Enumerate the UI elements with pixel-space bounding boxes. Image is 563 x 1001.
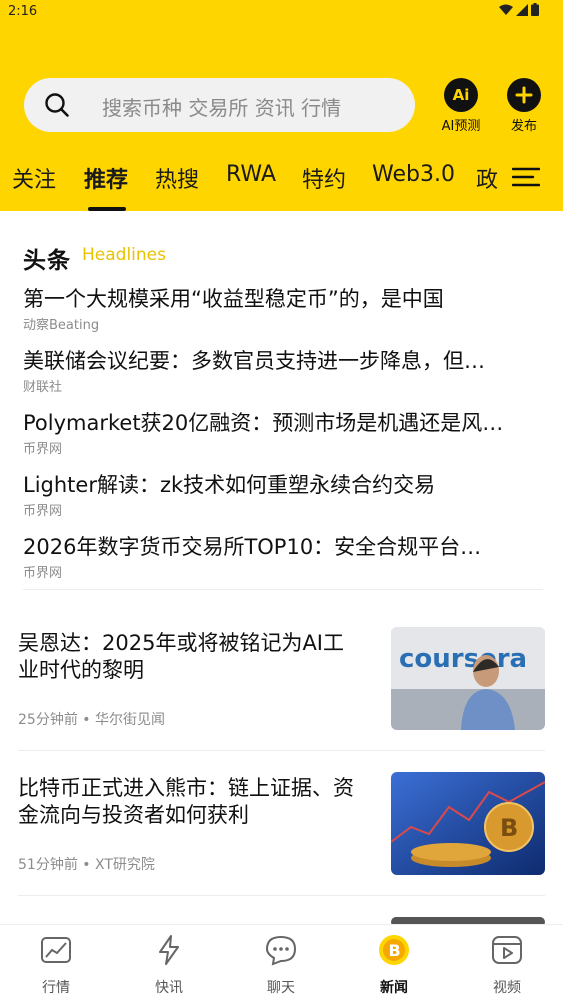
headline-source: 动察Beating — [23, 318, 100, 333]
headline-title: 2026年数字货币交易所TOP10：安全合规平台… — [23, 535, 482, 559]
bottom-nav: 行情 快讯 聊天 B 新闻 视频 — [0, 924, 563, 1001]
app-screen: 2:16 搜索币种 交易所 资讯 行情 Ai AI预测 发布 关注 推荐 热搜 … — [0, 0, 563, 1001]
article-title: 吴恩达：2025年或将被铭记为AI工业时代的黎明 — [18, 631, 345, 682]
article-meta: 25分钟前 • 华尔街见闻 — [18, 712, 165, 728]
tab-rwa[interactable]: RWA — [226, 162, 276, 187]
status-bar: 2:16 — [0, 0, 563, 26]
headlines-title: 头条 — [23, 248, 71, 274]
divider — [18, 895, 545, 896]
headline-source: 币界网 — [23, 504, 63, 519]
article-title: 比特币正式进入熊市：链上证据、资金流向与投资者如何获利 — [18, 776, 354, 827]
signal-icon — [516, 3, 528, 16]
nav-label: 视频 — [493, 980, 521, 996]
chat-icon — [265, 935, 297, 966]
nav-video[interactable]: 视频 — [472, 933, 542, 997]
headline-item[interactable]: 美联储会议纪要：多数官员支持进一步降息，但… 财联社 — [23, 345, 543, 395]
menu-icon[interactable] — [512, 166, 540, 188]
thumbnail-image: B — [391, 772, 545, 875]
tab-special[interactable]: 特约 — [302, 162, 346, 194]
battery-icon — [531, 3, 539, 16]
article-thumbnail: coursera — [391, 627, 545, 730]
headline-source: 币界网 — [23, 566, 63, 581]
headline-item[interactable]: 2026年数字货币交易所TOP10：安全合规平台… 币界网 — [23, 531, 543, 581]
headline-item[interactable]: Lighter解读：zk技术如何重塑永续合约交易 币界网 — [23, 469, 543, 519]
svg-text:B: B — [389, 941, 401, 960]
bitcoin-news-icon: B — [379, 935, 409, 965]
status-time: 2:16 — [8, 4, 38, 19]
video-icon — [492, 936, 522, 964]
nav-label: 聊天 — [267, 980, 295, 996]
status-icons — [499, 3, 539, 16]
headline-item[interactable]: Polymarket获20亿融资：预测市场是机遇还是风… 币界网 — [23, 407, 543, 457]
search-placeholder: 搜索币种 交易所 资讯 行情 — [102, 96, 342, 120]
coursera-logo: coursera — [399, 644, 527, 674]
category-tabs: 关注 推荐 热搜 RWA 特约 Web3.0 政 — [0, 156, 563, 200]
headline-title: 美联储会议纪要：多数官员支持进一步降息，但… — [23, 349, 485, 373]
article-card[interactable]: 吴恩达：2025年或将被铭记为AI工业时代的黎明 25分钟前 • 华尔街见闻 c… — [18, 627, 545, 731]
thumbnail-image: coursera — [391, 627, 545, 730]
chart-icon — [41, 937, 71, 963]
nav-news[interactable]: B 新闻 — [359, 933, 429, 997]
divider — [23, 589, 543, 590]
headlines-subtitle: Headlines — [82, 245, 166, 265]
headline-item[interactable]: 第一个大规模采用“收益型稳定币”的，是中国 动察Beating — [23, 283, 543, 333]
search-input[interactable]: 搜索币种 交易所 资讯 行情 — [24, 78, 415, 132]
nav-market[interactable]: 行情 — [21, 933, 91, 997]
headline-source: 财联社 — [23, 380, 63, 395]
ai-predict-button[interactable]: Ai AI预测 — [435, 78, 487, 134]
headline-title: Polymarket获20亿融资：预测市场是机遇还是风… — [23, 411, 504, 435]
ai-icon: Ai — [444, 78, 478, 112]
svg-text:B: B — [500, 814, 518, 842]
nav-label: 快讯 — [155, 980, 183, 996]
search-icon — [45, 93, 69, 117]
wifi-icon — [499, 4, 513, 15]
active-tab-indicator — [88, 207, 126, 211]
article-meta: 51分钟前 • XT研究院 — [18, 857, 155, 873]
top-header: 2:16 搜索币种 交易所 资讯 行情 Ai AI预测 发布 关注 推荐 热搜 … — [0, 0, 563, 211]
publish-label: 发布 — [510, 119, 537, 134]
tab-follow[interactable]: 关注 — [12, 162, 56, 194]
lightning-icon — [159, 935, 179, 965]
tab-web3[interactable]: Web3.0 — [372, 162, 455, 187]
tab-trending[interactable]: 热搜 — [155, 162, 199, 194]
nav-label: 行情 — [42, 980, 70, 996]
plus-icon — [507, 78, 541, 112]
ai-predict-label: AI预测 — [441, 119, 481, 134]
headline-source: 币界网 — [23, 442, 63, 457]
nav-flash[interactable]: 快讯 — [134, 933, 204, 997]
nav-chat[interactable]: 聊天 — [246, 933, 316, 997]
publish-button[interactable]: 发布 — [498, 78, 550, 134]
headline-title: 第一个大规模采用“收益型稳定币”的，是中国 — [23, 287, 444, 311]
article-thumbnail: B — [391, 772, 545, 875]
tab-policy[interactable]: 政 — [476, 162, 498, 194]
nav-label: 新闻 — [380, 980, 408, 996]
divider — [18, 750, 545, 751]
headline-title: Lighter解读：zk技术如何重塑永续合约交易 — [23, 473, 436, 497]
article-card[interactable]: 比特币正式进入熊市：链上证据、资金流向与投资者如何获利 51分钟前 • XT研究… — [18, 772, 545, 876]
tab-recommended[interactable]: 推荐 — [84, 162, 128, 194]
